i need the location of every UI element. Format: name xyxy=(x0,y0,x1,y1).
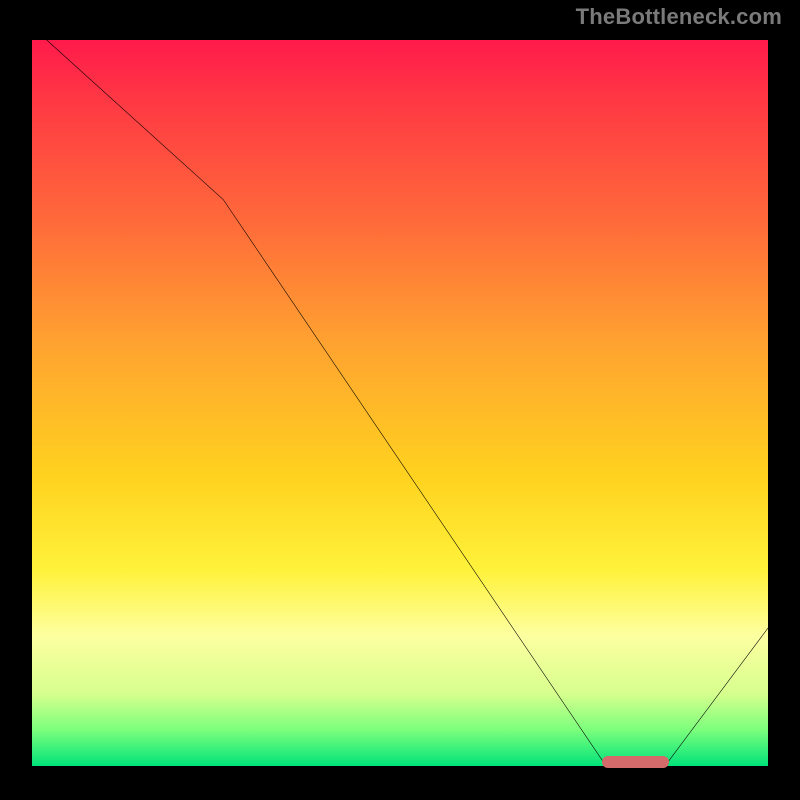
plot-area xyxy=(28,36,772,770)
chart-container: TheBottleneck.com xyxy=(0,0,800,800)
attribution-label: TheBottleneck.com xyxy=(576,4,782,30)
bottleneck-curve xyxy=(32,40,768,766)
optimal-range-marker xyxy=(602,756,668,768)
